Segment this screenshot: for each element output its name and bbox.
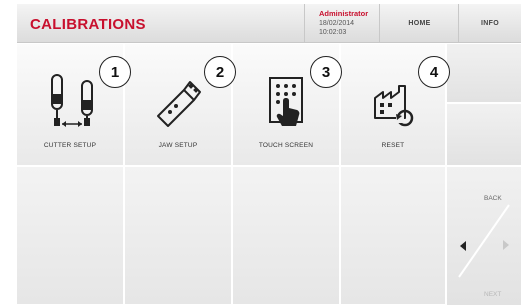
arrow-left-icon[interactable]	[460, 241, 466, 251]
nav-divider	[458, 204, 510, 278]
cutter-setup-label: CUTTER SETUP	[43, 142, 97, 149]
empty-tile	[125, 167, 232, 305]
empty-tile	[341, 167, 446, 305]
badge-4: 4	[418, 56, 450, 88]
back-label[interactable]: BACK	[484, 195, 502, 202]
side-panel-top	[447, 44, 521, 103]
current-time: 10:02:03	[319, 29, 347, 36]
next-label: NEXT	[484, 291, 502, 298]
page-navigation: BACK NEXT	[447, 167, 521, 305]
header-bar: CALIBRATIONS Administrator 18/02/2014 10…	[17, 4, 521, 43]
info-button[interactable]: INFO	[459, 4, 521, 43]
touch-screen-label: TOUCH SCREEN	[258, 142, 314, 149]
user-info: Administrator 18/02/2014 10:02:03	[304, 4, 380, 43]
side-panel-middle	[447, 104, 521, 166]
badge-1: 1	[99, 56, 131, 88]
jaw-setup-label: JAW SETUP	[158, 142, 198, 149]
badge-3: 3	[310, 56, 342, 88]
current-date: 18/02/2014	[319, 20, 355, 27]
reset-label: RESET	[381, 142, 405, 149]
page-title: CALIBRATIONS	[30, 16, 146, 33]
calibrations-screen: CALIBRATIONS Administrator 18/02/2014 10…	[0, 0, 521, 305]
home-button[interactable]: HOME	[381, 4, 459, 43]
arrow-right-icon	[503, 240, 509, 250]
badge-2: 2	[204, 56, 236, 88]
user-name: Administrator	[319, 9, 369, 18]
empty-tile	[17, 167, 124, 305]
empty-tile	[233, 167, 340, 305]
